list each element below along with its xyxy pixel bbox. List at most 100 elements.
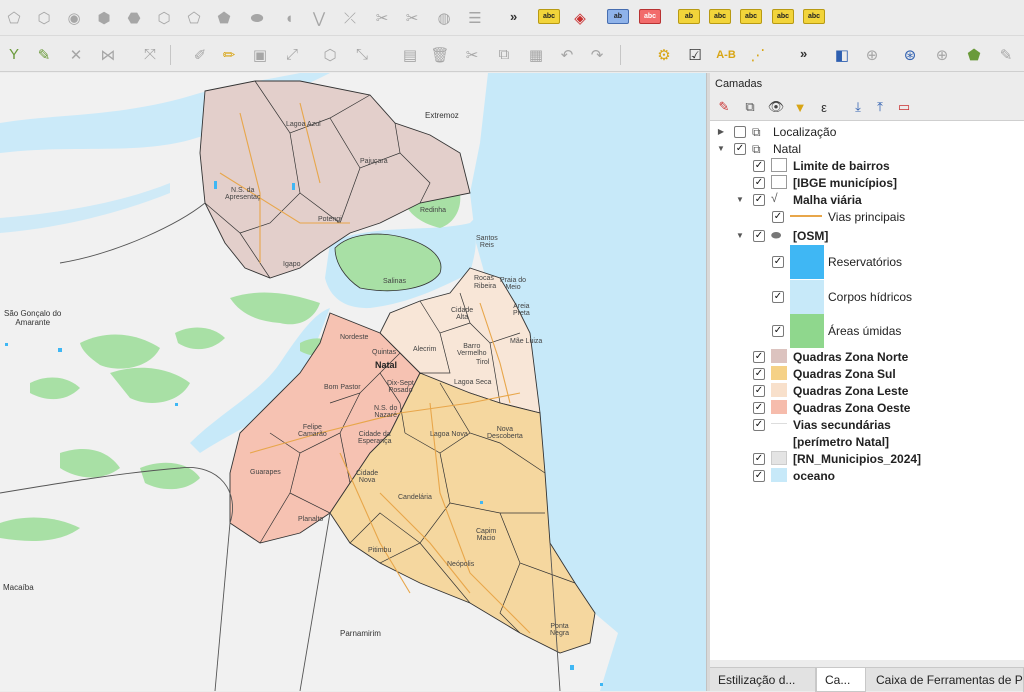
layer-checkbox[interactable]: ✓ bbox=[772, 325, 784, 337]
pan-to-selection-icon[interactable]: ⊕ bbox=[860, 37, 884, 72]
layer-row-vias-principais[interactable]: ✓ Vias principais bbox=[710, 208, 1024, 225]
split-features-icon[interactable]: ⋁ bbox=[307, 0, 331, 36]
map-canvas[interactable]: Extremoz Lagoa Azul Pajuçara N.S. da Apr… bbox=[0, 73, 706, 691]
layer-row-osm[interactable]: ▼ ✓ ⬬ [OSM] bbox=[710, 227, 1024, 244]
layer-row-limite-bairros[interactable]: ✓ Limite de bairros bbox=[710, 157, 1024, 174]
tab-layers[interactable]: Ca... bbox=[816, 668, 866, 692]
layer-checkbox[interactable]: ✓ bbox=[772, 291, 784, 303]
layer-row-ibge[interactable]: ✓ [IBGE municípios] bbox=[710, 174, 1024, 191]
label-tool-b[interactable]: ab bbox=[607, 9, 629, 24]
split-icon[interactable]: ⋈ bbox=[96, 37, 120, 72]
layer-checkbox[interactable] bbox=[734, 126, 746, 138]
vertex-icon[interactable]: ◉ bbox=[62, 0, 86, 36]
merge-icon[interactable]: ✂ bbox=[370, 0, 394, 36]
label-tool-e[interactable]: abc bbox=[709, 9, 731, 24]
simplify-icon[interactable]: ◖ bbox=[277, 0, 301, 36]
layer-checkbox[interactable]: ✓ bbox=[753, 402, 765, 414]
attribute-table-icon[interactable]: ☰ bbox=[463, 0, 487, 36]
copy-icon[interactable]: ⧉ bbox=[492, 37, 516, 72]
node-tool-icon[interactable]: ✎ bbox=[32, 37, 56, 72]
layer-row-natal[interactable]: ▼ ✓ ⧉ Natal bbox=[710, 140, 1024, 157]
layer-row-vias-secundarias[interactable]: ✓ Vias secundárias bbox=[710, 416, 1024, 433]
reshape-icon[interactable]: ⬡ bbox=[32, 0, 56, 36]
layer-row-corpos-hidricos[interactable]: ✓ Corpos hídricos bbox=[710, 280, 1024, 314]
topology-checker-icon[interactable]: A-B bbox=[714, 37, 738, 72]
toolbar1-overflow-icon[interactable]: » bbox=[510, 9, 517, 24]
add-ring-icon[interactable]: ⬢ bbox=[92, 0, 116, 36]
undo-icon[interactable]: ↶ bbox=[555, 37, 579, 72]
layer-row-perimetro-natal[interactable]: [perímetro Natal] bbox=[710, 433, 1024, 450]
add-part-icon[interactable]: ⬡ bbox=[318, 37, 342, 72]
fill-ring-icon[interactable]: ⬣ bbox=[122, 0, 146, 36]
filter-legend-icon[interactable]: ▼ bbox=[790, 97, 810, 117]
rotate-icon[interactable]: ✂ bbox=[400, 0, 424, 36]
style-manager-icon[interactable]: ✎ bbox=[714, 97, 734, 117]
layer-checkbox[interactable]: ✓ bbox=[753, 419, 765, 431]
align-icon[interactable]: ◍ bbox=[432, 0, 456, 36]
digitize-icon[interactable]: Y bbox=[2, 37, 26, 72]
digitize-polygon-icon[interactable]: ⬠ bbox=[2, 0, 26, 36]
manage-visibility-icon[interactable]: 👁 bbox=[766, 97, 786, 117]
layer-checkbox[interactable]: ✓ bbox=[753, 177, 765, 189]
tab-processing-toolbox[interactable]: Caixa de Ferramentas de P bbox=[868, 668, 1024, 692]
delete-selected-icon[interactable]: 🗑 bbox=[428, 37, 452, 72]
move-icon[interactable]: ⤧ bbox=[138, 37, 162, 72]
collapse-arrow-icon[interactable]: ▼ bbox=[716, 144, 726, 153]
layer-row-malha-viaria[interactable]: ▼ ✓ √ Malha viária bbox=[710, 191, 1024, 208]
layer-row-areas-umidas[interactable]: ✓ Áreas úmidas bbox=[710, 314, 1024, 348]
layer-checkbox[interactable]: ✓ bbox=[734, 143, 746, 155]
python-icon[interactable]: ✎ bbox=[994, 37, 1018, 72]
copy-features-icon[interactable]: ▤ bbox=[398, 37, 422, 72]
layer-row-quadras-sul[interactable]: ✓ Quadras Zona Sul bbox=[710, 365, 1024, 382]
reshape-features-icon[interactable]: ⬟ bbox=[212, 0, 236, 36]
label-highlight-icon[interactable]: ◈ bbox=[568, 0, 592, 36]
layer-checkbox[interactable]: ✓ bbox=[753, 194, 765, 206]
layer-row-rn-municipios[interactable]: ✓ [RN_Municipios_2024] bbox=[710, 450, 1024, 467]
toolbar2-overflow-icon[interactable]: » bbox=[800, 46, 807, 61]
geometry-icon[interactable]: ⊕ bbox=[930, 37, 954, 72]
delete-part-icon[interactable]: ⬠ bbox=[182, 0, 206, 36]
vertex-editor-icon[interactable]: ⬟ bbox=[962, 37, 986, 72]
pencil-disabled-icon[interactable]: ✐ bbox=[188, 37, 212, 72]
collapse-arrow-icon[interactable]: ▼ bbox=[735, 231, 745, 240]
expand-all-icon[interactable]: ⤓ bbox=[848, 97, 868, 117]
pencil-icon[interactable]: ✏ bbox=[217, 37, 241, 72]
label-tool-c[interactable]: abc bbox=[639, 9, 661, 24]
label-tool-d[interactable]: ab bbox=[678, 9, 700, 24]
layer-row-localizacao[interactable]: ▶ ⧉ Localização bbox=[710, 123, 1024, 140]
label-tool-f[interactable]: abc bbox=[740, 9, 762, 24]
layer-checkbox[interactable]: ✓ bbox=[753, 368, 765, 380]
graph-icon[interactable]: ⋰ bbox=[746, 37, 770, 72]
label-tool-h[interactable]: abc bbox=[803, 9, 825, 24]
cut-icon[interactable]: ✂ bbox=[460, 37, 484, 72]
layer-row-quadras-oeste[interactable]: ✓ Quadras Zona Oeste bbox=[710, 399, 1024, 416]
tab-styling[interactable]: Estilização d... bbox=[710, 668, 816, 692]
layer-checkbox[interactable]: ✓ bbox=[753, 351, 765, 363]
measure-icon[interactable]: ⊛ bbox=[898, 37, 922, 72]
layer-row-reservatorios[interactable]: ✓ Reservatórios bbox=[710, 245, 1024, 279]
label-tool-g[interactable]: abc bbox=[772, 9, 794, 24]
layer-checkbox[interactable]: ✓ bbox=[753, 470, 765, 482]
layer-checkbox[interactable]: ✓ bbox=[772, 256, 784, 268]
layer-checkbox[interactable]: ✓ bbox=[753, 453, 765, 465]
label-tool-a[interactable]: abc bbox=[538, 9, 560, 24]
delete-icon[interactable]: ✕ bbox=[64, 37, 88, 72]
redo-icon[interactable]: ↷ bbox=[585, 37, 609, 72]
layer-checkbox[interactable]: ✓ bbox=[772, 211, 784, 223]
move-feature-icon[interactable]: ⤢ bbox=[280, 37, 304, 72]
split-parts-icon[interactable]: ⤫ bbox=[338, 0, 362, 36]
save-edits-icon[interactable]: ▣ bbox=[248, 37, 272, 72]
expand-arrow-icon[interactable]: ▶ bbox=[716, 127, 726, 136]
check-geometry-icon[interactable]: ☑ bbox=[683, 37, 707, 72]
layer-checkbox[interactable]: ✓ bbox=[753, 160, 765, 172]
delete-ring-icon[interactable]: ⬡ bbox=[152, 0, 176, 36]
paste-icon[interactable]: ▦ bbox=[524, 37, 548, 72]
layer-row-quadras-norte[interactable]: ✓ Quadras Zona Norte bbox=[710, 348, 1024, 365]
layer-checkbox[interactable]: ✓ bbox=[753, 385, 765, 397]
collapse-arrow-icon[interactable]: ▼ bbox=[735, 195, 745, 204]
vertex-tool-icon[interactable]: ⤡ bbox=[350, 37, 374, 72]
layer-row-oceano[interactable]: ✓ oceano bbox=[710, 467, 1024, 484]
add-group-icon[interactable]: ⧉ bbox=[740, 97, 760, 117]
offset-curve-icon[interactable]: ⬬ bbox=[245, 0, 269, 36]
layer-checkbox[interactable]: ✓ bbox=[753, 230, 765, 242]
